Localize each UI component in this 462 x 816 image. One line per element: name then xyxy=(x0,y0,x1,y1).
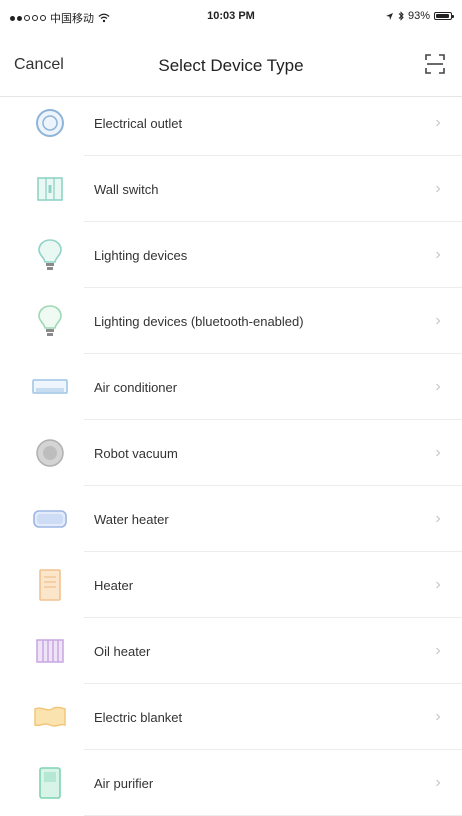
device-type-list: Electrical outlet › Wall switch › Lighti… xyxy=(0,90,462,816)
status-right: 93% xyxy=(385,10,454,22)
device-item-electric-blanket[interactable]: Electric blanket › xyxy=(0,684,462,750)
chevron-right-icon: › xyxy=(435,378,441,395)
device-item-air-purifier[interactable]: Air purifier › xyxy=(0,750,462,816)
chevron-right-icon: › xyxy=(435,708,441,725)
chevron-right-icon: › xyxy=(435,642,441,659)
battery-percent: 93% xyxy=(407,10,430,22)
chevron-right-icon: › xyxy=(435,576,441,593)
device-item-lighting-devices-bluetooth[interactable]: Lighting devices (bluetooth-enabled) › xyxy=(0,288,462,354)
chevron-right-icon: › xyxy=(435,114,441,131)
nav-bar: Cancel Select Device Type xyxy=(0,34,462,97)
device-item-lighting-devices[interactable]: Lighting devices › xyxy=(0,222,462,288)
wall-switch-icon xyxy=(32,171,68,207)
device-item-robot-vacuum[interactable]: Robot vacuum › xyxy=(0,420,462,486)
bulb-icon xyxy=(32,237,68,273)
bulb-bluetooth-icon xyxy=(32,303,68,339)
electric-blanket-icon xyxy=(32,699,68,735)
air-conditioner-icon xyxy=(32,369,68,405)
battery-fill xyxy=(436,14,450,18)
device-label: Oil heater xyxy=(94,643,151,659)
device-label: Lighting devices (bluetooth-enabled) xyxy=(94,313,304,329)
device-item-water-heater[interactable]: Water heater › xyxy=(0,486,462,552)
location-icon xyxy=(385,12,393,20)
chevron-right-icon: › xyxy=(435,180,441,197)
water-heater-icon xyxy=(32,501,68,537)
device-label: Heater xyxy=(94,577,134,593)
device-label: Wall switch xyxy=(94,181,159,197)
bluetooth-icon xyxy=(398,11,404,21)
page-title: Select Device Type xyxy=(158,56,304,75)
device-label: Electrical outlet xyxy=(94,115,183,131)
device-item-air-conditioner[interactable]: Air conditioner › xyxy=(0,354,462,420)
air-purifier-icon xyxy=(32,765,68,801)
device-label: Air purifier xyxy=(94,775,154,791)
scan-icon[interactable] xyxy=(424,53,446,75)
status-bar: 中国移动 10:03 PM 93% xyxy=(0,0,462,34)
device-item-electrical-outlet[interactable]: Electrical outlet › xyxy=(0,90,462,156)
chevron-right-icon: › xyxy=(435,246,441,263)
device-label: Robot vacuum xyxy=(94,445,178,461)
outlet-icon xyxy=(32,105,68,141)
heater-icon xyxy=(32,567,68,603)
chevron-right-icon: › xyxy=(435,510,441,527)
device-label: Lighting devices xyxy=(94,247,188,263)
chevron-right-icon: › xyxy=(435,774,441,791)
chevron-right-icon: › xyxy=(435,312,441,329)
device-item-oil-heater[interactable]: Oil heater › xyxy=(0,618,462,684)
oil-heater-icon xyxy=(32,633,68,669)
chevron-right-icon: › xyxy=(435,444,441,461)
device-label: Water heater xyxy=(94,511,169,527)
robot-vacuum-icon xyxy=(32,435,68,471)
device-label: Air conditioner xyxy=(94,379,178,395)
device-item-heater[interactable]: Heater › xyxy=(0,552,462,618)
battery-icon xyxy=(434,12,454,20)
device-label: Electric blanket xyxy=(94,709,183,725)
device-item-wall-switch[interactable]: Wall switch › xyxy=(0,156,462,222)
